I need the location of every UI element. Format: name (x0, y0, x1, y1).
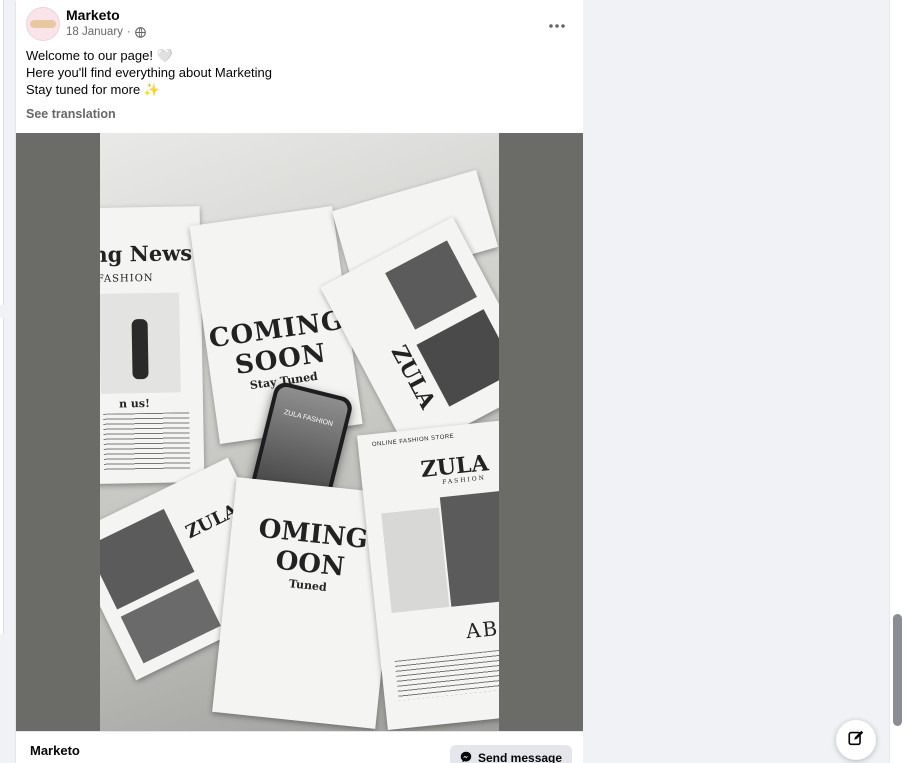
globe-icon (134, 26, 146, 38)
new-message-button[interactable] (836, 720, 876, 760)
right-column (583, 0, 889, 763)
left-card-edge (0, 0, 4, 305)
join-us-text: n us! (118, 396, 150, 411)
post-text: Welcome to our page! 🤍 Here you'll find … (26, 47, 272, 98)
meta-separator: · (126, 26, 131, 38)
store-label: ONLINE FASHION STORE (371, 433, 455, 449)
phone-brand-label: ZULA FASHION (283, 409, 334, 428)
left-card-edge (0, 318, 4, 634)
brand-logo (30, 20, 56, 28)
post-text-line: Welcome to our page! 🤍 (26, 48, 173, 63)
send-message-label: Send message (478, 751, 563, 763)
post-image[interactable]: ng News FASHION n us! COMING SOON Stay T… (16, 133, 583, 731)
post-meta: 18 January · (66, 26, 146, 38)
more-options-button[interactable] (543, 10, 571, 38)
post-text-line: Stay tuned for more ✨ (26, 82, 160, 97)
section-label: FASHION (100, 272, 154, 285)
about-heading: ABO (464, 613, 499, 644)
send-message-button[interactable]: Send message (450, 745, 573, 763)
post-date[interactable]: 18 January (66, 26, 123, 38)
post-card: Marketo 18 January · Welcome to our page… (16, 0, 583, 763)
collage-photo (385, 240, 477, 330)
magazine-text-block (394, 648, 499, 701)
see-translation-link[interactable]: See translation (26, 107, 116, 121)
newspaper-headline: ng News (100, 240, 193, 267)
compose-icon (847, 729, 865, 752)
more-options-icon (549, 15, 565, 33)
messenger-icon (460, 751, 472, 763)
scrollbar-thumb[interactable] (893, 614, 902, 726)
magazine-photo (381, 507, 450, 613)
author-name[interactable]: Marketo (66, 7, 120, 23)
post-photo: ng News FASHION n us! COMING SOON Stay T… (100, 133, 499, 731)
page-footer: Marketo Send message (16, 731, 583, 763)
avatar[interactable] (26, 7, 60, 41)
model-silhouette (131, 319, 149, 380)
footer-page-name[interactable]: Marketo (30, 743, 80, 758)
post-header: Marketo 18 January · (16, 0, 583, 50)
magazine-photo (439, 490, 499, 607)
post-text-line: Here you'll find everything about Market… (26, 65, 273, 80)
newspaper-text-block (103, 412, 191, 472)
newspaper-left: ng News FASHION n us! (100, 206, 205, 484)
